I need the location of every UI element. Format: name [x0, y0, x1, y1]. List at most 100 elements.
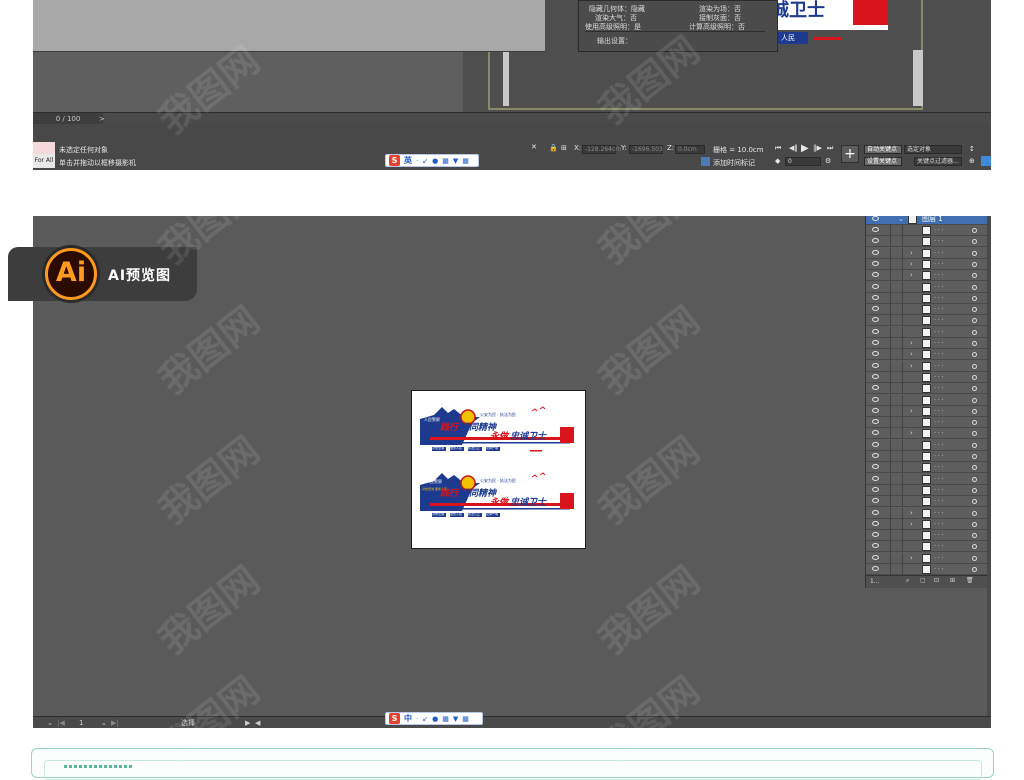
layer-row[interactable]: › . . .: [866, 507, 991, 519]
layer-row[interactable]: . . .: [866, 484, 991, 496]
expand-icon[interactable]: ›: [910, 508, 913, 519]
visibility-icon[interactable]: [872, 373, 879, 379]
key-mode-icon[interactable]: ◆: [775, 157, 780, 165]
status-menu-icon[interactable]: ▶: [245, 717, 250, 728]
goto-end-icon[interactable]: ⏭: [827, 144, 833, 153]
layer-row[interactable]: › . . .: [866, 349, 991, 361]
target-icon[interactable]: [972, 374, 977, 380]
layer-row[interactable]: . . .: [866, 462, 991, 474]
visibility-icon[interactable]: [872, 351, 879, 357]
expand-icon[interactable]: ›: [910, 361, 913, 372]
target-icon[interactable]: [972, 420, 977, 426]
viewport-left[interactable]: [33, 0, 545, 52]
last-artboard-icon[interactable]: ▶|: [111, 717, 119, 728]
visibility-icon[interactable]: [872, 543, 879, 549]
layer-name[interactable]: 图层 1: [922, 216, 943, 224]
target-icon[interactable]: [972, 250, 977, 256]
prev-frame-icon[interactable]: ◀‖: [789, 144, 798, 152]
visibility-icon[interactable]: [872, 238, 879, 244]
forall-field[interactable]: For All: [33, 154, 55, 168]
expand-icon[interactable]: ›: [910, 406, 913, 417]
goto-start-icon[interactable]: ⏮: [775, 144, 781, 153]
layer-row[interactable]: › . . .: [866, 405, 991, 417]
artboard-number[interactable]: 1: [79, 717, 83, 728]
delete-layer-icon[interactable]: 🗑: [966, 577, 974, 584]
absolute-mode-icon[interactable]: ⊞: [561, 144, 567, 152]
layer-row[interactable]: › . . .: [866, 552, 991, 564]
expand-icon[interactable]: ›: [910, 338, 913, 349]
layer-row[interactable]: . . .: [866, 225, 991, 236]
x-coord-field[interactable]: -128.264cm: [582, 145, 621, 154]
target-icon[interactable]: [972, 431, 977, 437]
visibility-icon[interactable]: [872, 407, 879, 413]
visibility-icon[interactable]: [872, 509, 879, 515]
layer-row[interactable]: › . . .: [866, 258, 991, 270]
visibility-icon[interactable]: [872, 532, 879, 538]
target-icon[interactable]: [972, 555, 977, 561]
target-icon[interactable]: [972, 295, 977, 301]
clipping-mask-icon[interactable]: ▢: [920, 577, 926, 584]
frame-field[interactable]: 0: [785, 157, 821, 166]
visibility-icon[interactable]: [872, 328, 879, 334]
target-icon[interactable]: [972, 363, 977, 369]
ime-voice-icon[interactable]: ●: [432, 157, 438, 165]
layer-row[interactable]: . . .: [866, 496, 991, 508]
expand-icon[interactable]: ›: [910, 428, 913, 439]
ime-mode[interactable]: 英: [404, 155, 412, 166]
ime-skin-icon[interactable]: ▼: [453, 715, 458, 723]
layer-row[interactable]: › . . .: [866, 338, 991, 349]
target-icon[interactable]: [972, 408, 977, 414]
visibility-icon[interactable]: [872, 249, 879, 255]
target-icon[interactable]: [972, 239, 977, 245]
target-icon[interactable]: [972, 510, 977, 516]
artboard[interactable]: 人民警察 公安为民 · 执法为民 践行 调同精神 永做 忠诚卫士 对党忠诚 服务…: [411, 390, 586, 549]
layer-row[interactable]: › . . .: [866, 247, 991, 259]
visibility-icon[interactable]: [872, 430, 879, 436]
target-icon[interactable]: [972, 397, 977, 403]
expand-icon[interactable]: ›: [910, 553, 913, 564]
layer-row[interactable]: › . . .: [866, 360, 991, 372]
target-icon[interactable]: [972, 521, 977, 527]
target-icon[interactable]: [972, 284, 977, 290]
target-icon[interactable]: [972, 341, 977, 346]
auto-key-button[interactable]: 自动关键点: [864, 145, 902, 154]
visibility-icon[interactable]: [872, 385, 879, 391]
set-key-plus-button[interactable]: +: [841, 145, 859, 163]
y-coord-field[interactable]: -1696.503: [629, 145, 663, 154]
visibility-icon[interactable]: [872, 419, 879, 425]
target-icon[interactable]: [972, 487, 977, 493]
ime-keyboard-icon[interactable]: ▦: [442, 715, 449, 723]
visibility-icon[interactable]: [872, 441, 879, 447]
timeline-bar[interactable]: 0 / 100 >: [33, 112, 991, 125]
target-icon[interactable]: [972, 442, 977, 448]
layer-row[interactable]: . . .: [866, 371, 991, 383]
layer-row[interactable]: › . . .: [866, 518, 991, 530]
visibility-icon[interactable]: [872, 260, 879, 266]
layer-row-parent[interactable]: ⌄ 图层 1: [866, 216, 991, 225]
layer-row[interactable]: . . .: [866, 304, 991, 316]
nav-orbit-icon[interactable]: ⊕: [969, 157, 975, 165]
time-config-icon[interactable]: ⚙: [825, 157, 831, 165]
visibility-icon[interactable]: [872, 486, 879, 492]
timetag-icon[interactable]: [701, 157, 710, 166]
ime-voice-icon[interactable]: ●: [432, 715, 438, 723]
layer-row[interactable]: . . .: [866, 439, 991, 451]
new-sublayer-icon[interactable]: ⊡: [934, 577, 939, 584]
layer-row[interactable]: . . .: [866, 292, 991, 304]
selection-lock-icon[interactable]: 🔒: [549, 144, 558, 152]
visibility-icon[interactable]: [872, 227, 879, 232]
expand-icon[interactable]: ›: [910, 519, 913, 530]
visibility-icon[interactable]: [872, 396, 879, 402]
layer-row[interactable]: . . .: [866, 451, 991, 462]
layer-row[interactable]: . . .: [866, 530, 991, 542]
visibility-icon[interactable]: [872, 453, 879, 458]
expand-icon[interactable]: ›: [910, 259, 913, 270]
target-icon[interactable]: [972, 454, 977, 459]
layer-row[interactable]: . . .: [866, 315, 991, 327]
new-layer-icon[interactable]: ⊞: [950, 577, 955, 584]
target-icon[interactable]: [972, 228, 977, 233]
visibility-icon[interactable]: [872, 464, 879, 470]
collapse-icon[interactable]: ⌄: [898, 216, 904, 225]
visibility-icon[interactable]: [872, 317, 879, 323]
target-icon[interactable]: [972, 307, 977, 313]
